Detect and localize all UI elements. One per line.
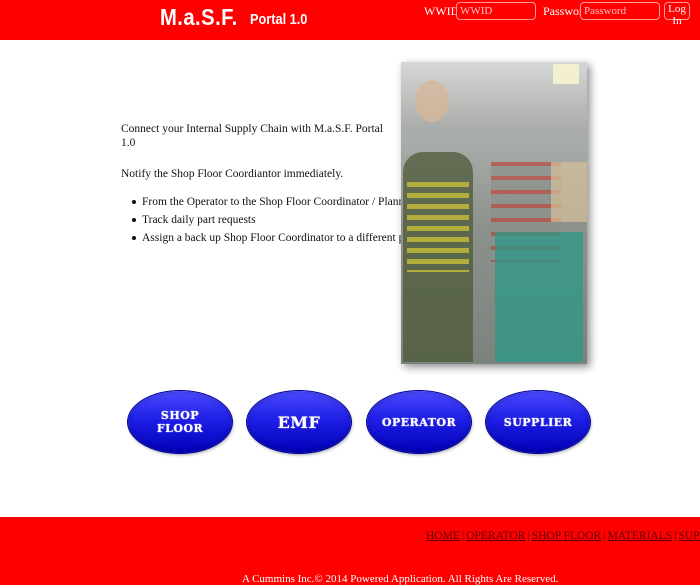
warehouse-photo	[401, 62, 587, 364]
password-input[interactable]	[580, 2, 660, 20]
emf-label: EMF	[277, 412, 321, 432]
operator-button[interactable]: OPERATOR	[367, 391, 471, 453]
wwid-input[interactable]	[456, 2, 536, 20]
intro-section: Connect your Internal Supply Chain with …	[121, 122, 471, 249]
footer-link-operator[interactable]: OPERATOR	[466, 530, 525, 542]
feature-item: Track daily part requests	[121, 213, 391, 231]
emf-button[interactable]: EMF	[247, 391, 351, 453]
supplier-button[interactable]: SUPPLIER	[486, 391, 590, 453]
photo-generator	[495, 232, 583, 362]
feature-list: From the Operator to the Shop Floor Coor…	[121, 195, 471, 249]
photo-boxes	[551, 162, 587, 222]
login-button[interactable]: Log In	[664, 2, 690, 27]
footer-link-supplier[interactable]: SUPPLIER	[678, 530, 700, 542]
brand-logo: M.a.S.F. Portal 1.0	[160, 4, 307, 31]
top-header-bar: M.a.S.F. Portal 1.0 WWID: Password: Log …	[0, 0, 700, 40]
copyright-text: A Cummins Inc.© 2014 Powered Application…	[242, 573, 559, 585]
footer-link-home[interactable]: HOME	[426, 530, 460, 542]
footer-nav: HOME|OPERATOR|SHOP FLOOR|MATERIALS|SUPPL…	[426, 530, 700, 542]
operator-label: OPERATOR	[381, 415, 457, 429]
feature-item: From the Operator to the Shop Floor Coor…	[121, 195, 415, 213]
shop-floor-label: SHOP FLOOR	[156, 409, 204, 435]
footer-separator: |	[603, 530, 606, 542]
brand-title: M.a.S.F.	[160, 4, 238, 30]
photo-person-head	[415, 80, 449, 122]
footer-separator: |	[674, 530, 677, 542]
photo-shirt-print	[407, 182, 469, 272]
brand-version: Portal 1.0	[250, 11, 308, 28]
supplier-label: SUPPLIER	[503, 415, 573, 429]
intro-notify: Notify the Shop Floor Coordiantor immedi…	[121, 168, 344, 180]
feature-item: Assign a back up Shop Floor Coordinator …	[121, 231, 471, 249]
footer-link-materials[interactable]: MATERIALS	[608, 530, 673, 542]
photo-sign	[553, 64, 579, 84]
shop-floor-button[interactable]: SHOP FLOOR	[128, 391, 232, 453]
footer-link-shop-floor[interactable]: SHOP FLOOR	[532, 530, 602, 542]
footer-bar: HOME|OPERATOR|SHOP FLOOR|MATERIALS|SUPPL…	[0, 517, 700, 585]
footer-separator: |	[527, 530, 530, 542]
intro-headline: Connect your Internal Supply Chain with …	[121, 123, 383, 149]
footer-separator: |	[461, 530, 465, 542]
